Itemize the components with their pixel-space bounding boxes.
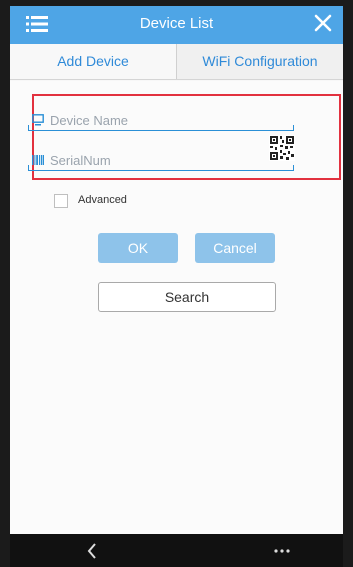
device-name-input[interactable] xyxy=(50,110,280,130)
qr-code-icon[interactable] xyxy=(269,135,295,161)
field-edge xyxy=(28,165,29,170)
field-edge xyxy=(293,125,294,130)
tab-add-device[interactable]: Add Device xyxy=(10,44,176,79)
advanced-checkbox[interactable] xyxy=(54,194,68,208)
search-button[interactable]: Search xyxy=(98,282,276,312)
monitor-icon xyxy=(32,114,44,126)
title-bar: Device List xyxy=(10,6,343,44)
cancel-button[interactable]: Cancel xyxy=(195,233,275,263)
tab-bar: Add Device WiFi Configuration xyxy=(10,44,343,80)
app-screen: Device List Add Device WiFi Configuratio… xyxy=(10,6,343,567)
add-device-form: Advanced OK Cancel Search xyxy=(10,81,343,534)
tab-wifi-configuration[interactable]: WiFi Configuration xyxy=(176,44,343,79)
close-icon[interactable] xyxy=(313,13,333,33)
serial-number-field[interactable] xyxy=(28,149,294,171)
field-edge xyxy=(293,165,294,170)
more-icon[interactable] xyxy=(272,548,292,554)
ok-button[interactable]: OK xyxy=(98,233,178,263)
advanced-label: Advanced xyxy=(78,194,127,206)
back-icon[interactable] xyxy=(85,541,99,561)
page-title: Device List xyxy=(139,15,214,32)
serial-number-input[interactable] xyxy=(50,150,280,170)
barcode-icon xyxy=(32,155,44,165)
system-nav-bar xyxy=(10,534,343,567)
field-edge xyxy=(28,125,29,130)
device-name-field[interactable] xyxy=(28,109,294,131)
